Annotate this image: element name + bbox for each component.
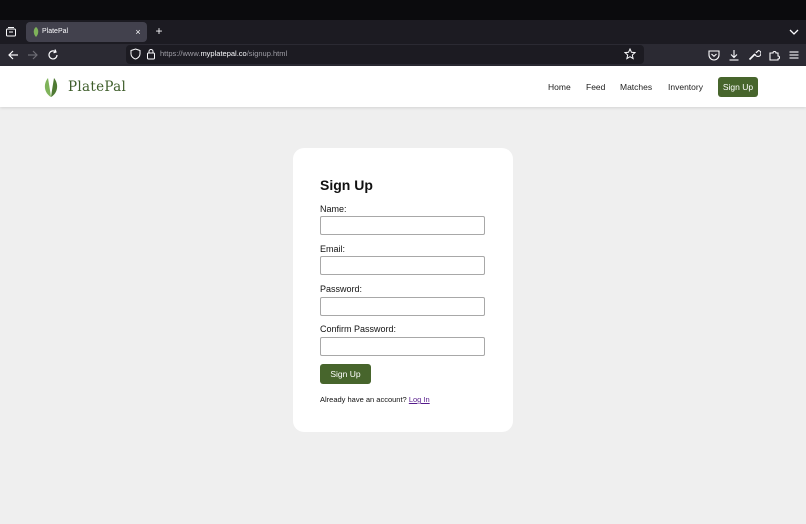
chevron-down-icon[interactable]: [788, 26, 800, 38]
star-icon[interactable]: [624, 48, 636, 60]
download-icon[interactable]: [727, 48, 741, 62]
reload-icon[interactable]: [46, 48, 60, 62]
site-header: PlatePal Home Feed Matches Inventory Sig…: [0, 66, 806, 107]
name-label: Name:: [320, 204, 347, 214]
password-input[interactable]: [320, 297, 485, 316]
nav-feed-link[interactable]: Feed: [586, 81, 605, 93]
close-tab-icon[interactable]: ×: [132, 25, 144, 39]
login-prompt-line: Already have an account? Log In: [320, 395, 430, 405]
new-tab-button[interactable]: +: [152, 24, 166, 40]
url-prefix: https://www.: [160, 49, 201, 58]
lock-icon[interactable]: [146, 48, 156, 60]
nav-inventory-link[interactable]: Inventory: [668, 81, 703, 93]
nav-home-link[interactable]: Home: [548, 81, 571, 93]
name-input[interactable]: [320, 216, 485, 235]
confirm-password-input[interactable]: [320, 337, 485, 356]
nav-matches-link[interactable]: Matches: [620, 81, 652, 93]
back-icon[interactable]: [6, 48, 20, 62]
leaf-favicon-icon: [33, 27, 39, 37]
browser-toolbar: https://www.myplatepal.co/signup.html: [0, 44, 806, 66]
url-host: myplatepal.co: [200, 49, 247, 58]
browser-tab[interactable]: PlatePal ×: [26, 22, 147, 42]
signup-card: Sign Up Name: Email: Password: Confirm P…: [293, 148, 513, 432]
tab-list-icon[interactable]: [5, 26, 17, 38]
leaf-logo-icon[interactable]: [43, 76, 59, 98]
login-prompt-text: Already have an account?: [320, 395, 407, 404]
tab-strip: PlatePal × +: [0, 20, 806, 44]
menu-icon[interactable]: [787, 48, 801, 62]
wrench-icon[interactable]: [747, 48, 761, 62]
tab-title: PlatePal: [42, 28, 69, 35]
brand-name[interactable]: PlatePal: [68, 78, 126, 96]
signup-submit-button[interactable]: Sign Up: [320, 364, 371, 384]
url-text: https://www.myplatepal.co/signup.html: [160, 48, 287, 60]
address-bar[interactable]: https://www.myplatepal.co/signup.html: [126, 45, 644, 64]
pocket-icon[interactable]: [707, 48, 721, 62]
shield-icon[interactable]: [130, 48, 141, 60]
os-top-bar: [0, 0, 806, 20]
email-label: Email:: [320, 244, 346, 254]
forward-icon[interactable]: [26, 48, 40, 62]
password-label: Password:: [320, 284, 363, 294]
form-title: Sign Up: [320, 177, 373, 193]
url-path: /signup.html: [246, 49, 288, 58]
nav-signup-button[interactable]: Sign Up: [718, 77, 758, 97]
email-input[interactable]: [320, 256, 485, 275]
confirm-password-label: Confirm Password:: [320, 324, 397, 334]
extensions-icon[interactable]: [767, 48, 781, 62]
login-link[interactable]: Log In: [409, 395, 430, 404]
